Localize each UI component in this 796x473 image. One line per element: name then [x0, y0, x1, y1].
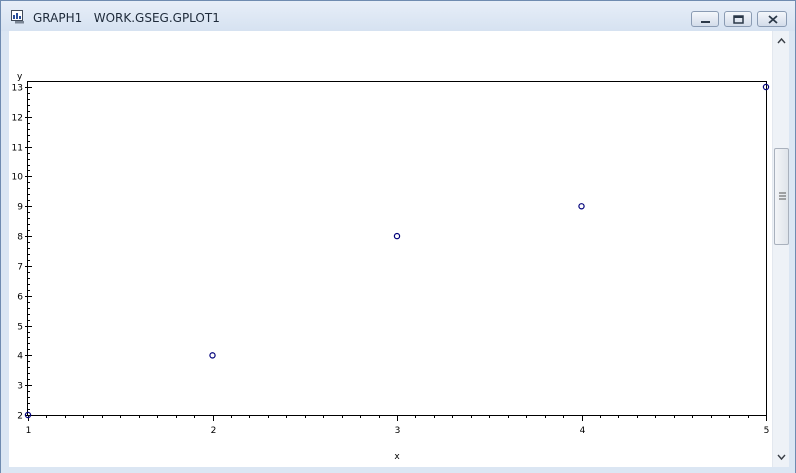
scroll-up-arrow-icon[interactable]: [773, 34, 790, 48]
y-tick-label: 11: [12, 144, 23, 154]
scrollbar-thumb[interactable]: [774, 148, 789, 245]
y-tick-label: 10: [12, 173, 24, 183]
restore-icon: [733, 15, 744, 24]
plot-frame: [27, 81, 767, 416]
data-point-marker: [209, 352, 216, 359]
title-bar[interactable]: GRAPH1 WORK.GSEG.GPLOT1: [1, 1, 795, 31]
y-tick-label: 5: [17, 323, 23, 333]
y-tick-label: 4: [17, 352, 23, 362]
graph-canvas: y 2 3 4 5 6 7 8 9 10 11 12 13 12345 x: [9, 31, 772, 467]
y-tick-label: 8: [17, 233, 23, 243]
y-axis-label: y: [17, 72, 23, 82]
data-point-marker: [393, 232, 401, 240]
maximize-button[interactable]: [724, 11, 752, 27]
x-axis-label: x: [394, 452, 400, 462]
y-tick-label: 13: [12, 84, 23, 94]
window-bottom-border: [1, 467, 795, 473]
x-tick-label: 4: [580, 426, 586, 436]
x-axis: 1 2 3 4 5: [26, 415, 770, 436]
y-tick-label: 7: [17, 263, 23, 273]
data-points: [24, 83, 770, 419]
window-title: GRAPH1 WORK.GSEG.GPLOT1: [33, 11, 220, 25]
graph-window: GRAPH1 WORK.GSEG.GPLOT1 y 2 3 4 5 6 7 8 9 10 11 12…: [0, 0, 796, 473]
scatter-plot: y 2345678910111213 12345 x: [12, 72, 770, 462]
x-tick-label: 3: [395, 426, 401, 436]
grip-icon: [779, 192, 786, 200]
y-tick-label: 12: [12, 114, 23, 124]
x-tick-label: 2: [211, 426, 217, 436]
y-axis: 2 3 4 5 6 7 8 9 10 11 12 13: [12, 84, 32, 422]
y-tick-label: 6: [17, 293, 23, 303]
y-tick-label: 2: [17, 412, 23, 422]
graph-window-icon: [11, 10, 24, 24]
x-tick-label: 1: [26, 426, 32, 436]
close-icon: [768, 15, 778, 24]
scroll-down-arrow-icon[interactable]: [773, 450, 790, 464]
vertical-scrollbar[interactable]: [772, 31, 789, 467]
x-tick-label: 5: [764, 426, 770, 436]
y-tick-label: 3: [17, 382, 23, 392]
minimize-icon: [701, 21, 710, 23]
close-button[interactable]: [757, 11, 787, 27]
minimize-button[interactable]: [691, 11, 719, 27]
y-tick-label: 9: [17, 203, 23, 213]
data-point-marker: [578, 203, 585, 210]
